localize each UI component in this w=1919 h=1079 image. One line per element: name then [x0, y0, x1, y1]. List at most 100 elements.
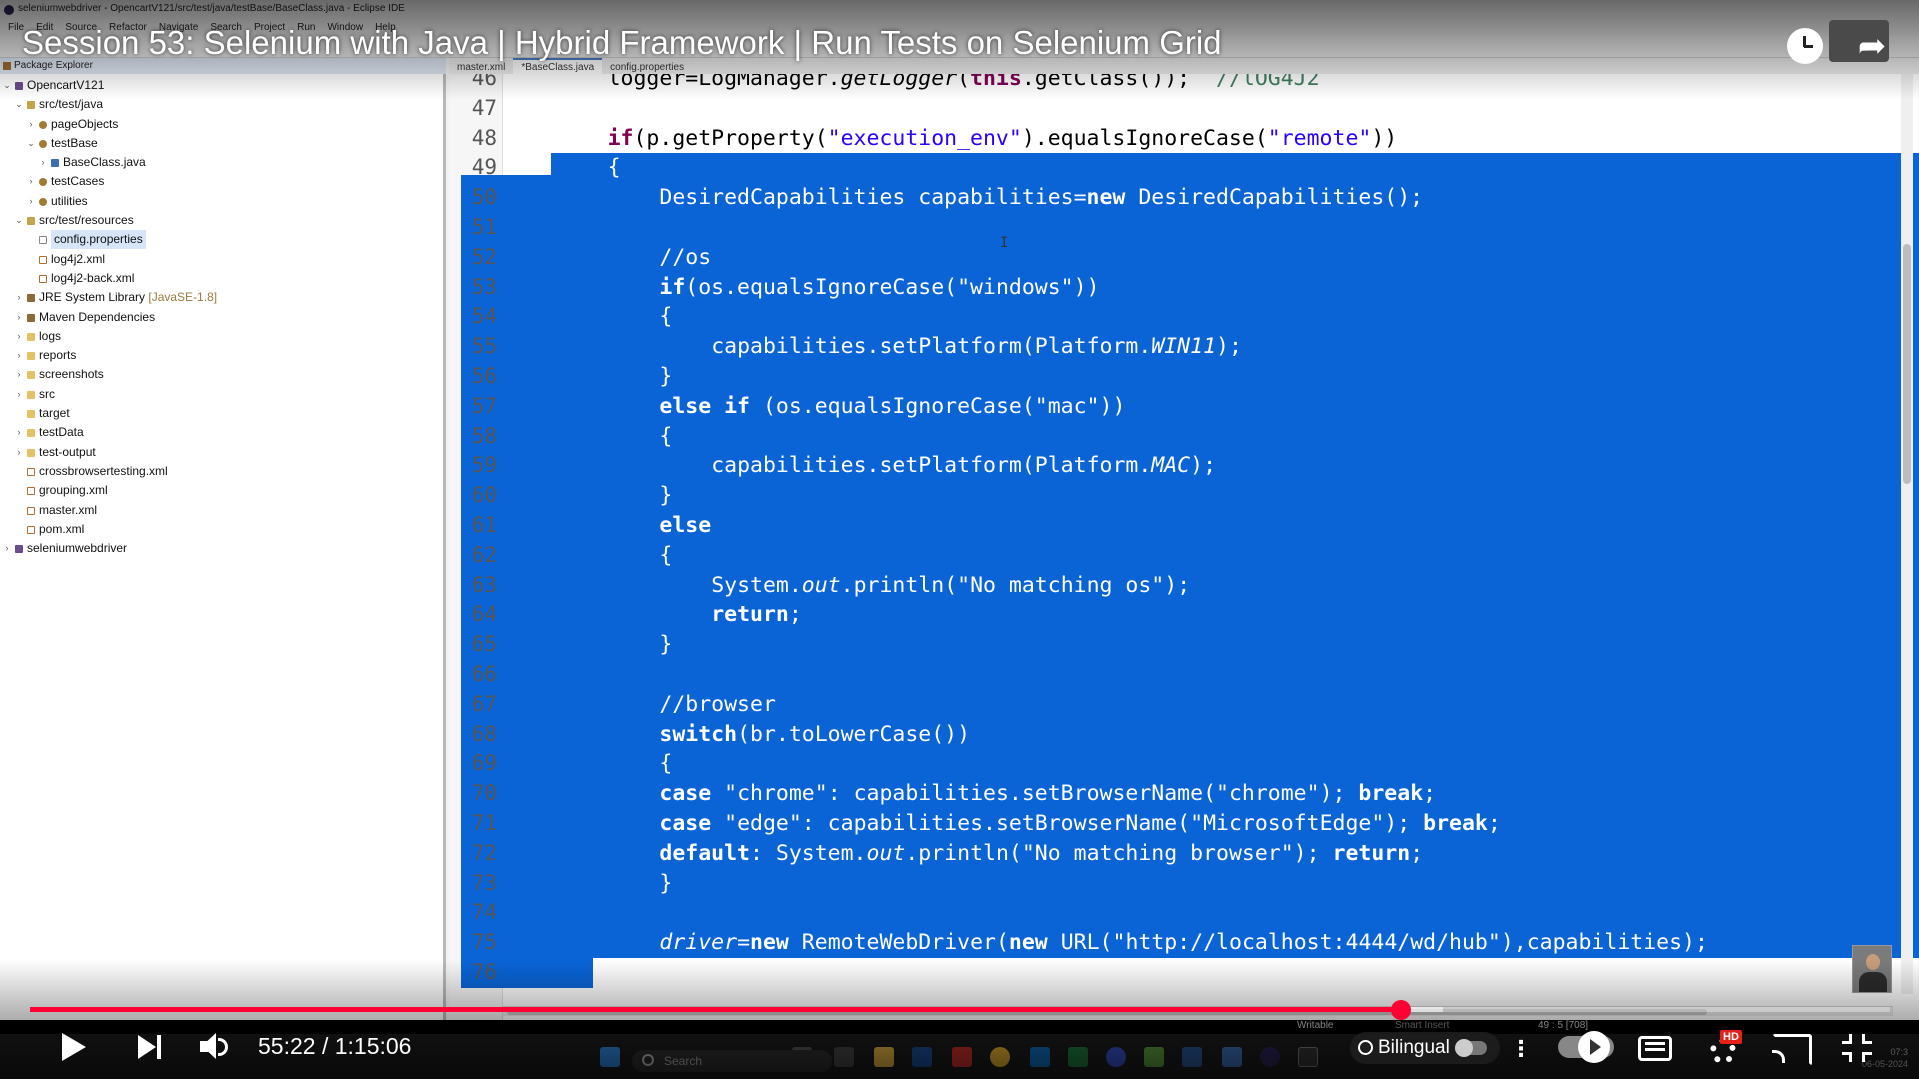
- tree-item[interactable]: ⌄ testBase: [0, 134, 440, 153]
- tree-item[interactable]: config.properties: [0, 230, 440, 250]
- code-editor[interactable]: 46 logger=LogManager.getLogger(this.getCl…: [449, 74, 1919, 1020]
- autoplay-icon[interactable]: [1558, 1031, 1614, 1063]
- code-line[interactable]: 65}: [472, 630, 1919, 660]
- code-line[interactable]: 48 if(p.getProperty("execution_env").equa…: [472, 124, 1919, 154]
- tree-item[interactable]: master.xml: [0, 501, 440, 520]
- code-line[interactable]: 75 driver=new RemoteWebDriver(new URL("ht…: [472, 928, 1919, 958]
- tree-item[interactable]: › BaseClass.java: [0, 153, 440, 172]
- folder-icon[interactable]: [874, 1047, 894, 1067]
- tree-item[interactable]: › logs: [0, 327, 440, 346]
- start-icon[interactable]: [600, 1047, 620, 1067]
- fullscreen-exit-icon[interactable]: [1842, 1034, 1872, 1062]
- excel-icon[interactable]: [1068, 1047, 1088, 1067]
- code-line[interactable]: 67 //browser: [472, 690, 1919, 720]
- expand-right-icon[interactable]: ›: [38, 153, 48, 172]
- volume-icon[interactable]: [198, 1031, 232, 1063]
- tree-item[interactable]: target: [0, 404, 440, 423]
- notepad-icon[interactable]: [1144, 1047, 1164, 1067]
- expand-right-icon[interactable]: ›: [14, 365, 24, 384]
- code-line[interactable]: 62 {: [472, 541, 1919, 571]
- expand-down-icon[interactable]: ⌄: [14, 211, 24, 230]
- code-line[interactable]: 71 case "edge": capabilities.setBrowserNa…: [472, 809, 1919, 839]
- tree-item[interactable]: › reports: [0, 346, 440, 365]
- tree-item[interactable]: pom.xml: [0, 520, 440, 539]
- code-line[interactable]: 49 {: [472, 153, 1919, 183]
- tree-item[interactable]: › pageObjects: [0, 115, 440, 134]
- code-line[interactable]: 66: [472, 660, 1919, 690]
- tree-item[interactable]: › testData: [0, 423, 440, 442]
- code-line[interactable]: 73}: [472, 869, 1919, 899]
- bilingual-toggle[interactable]: [1455, 1039, 1487, 1057]
- video-title[interactable]: Session 53: Selenium with Java | Hybrid …: [22, 24, 1222, 62]
- code-line[interactable]: 63 System.out.println("No matching os");: [472, 571, 1919, 601]
- app-l-icon[interactable]: [912, 1047, 932, 1067]
- tree-item[interactable]: › seleniumwebdriver: [0, 539, 440, 558]
- code-area[interactable]: 46 logger=LogManager.getLogger(this.getCl…: [461, 74, 1919, 1020]
- scrollbar-thumb[interactable]: [1903, 244, 1911, 484]
- progress-bar[interactable]: [30, 1000, 1890, 1020]
- tree-item[interactable]: › utilities: [0, 192, 440, 211]
- code-line[interactable]: 53 if(os.equalsIgnoreCase("windows")): [472, 273, 1919, 303]
- code-line[interactable]: 46 logger=LogManager.getLogger(this.getCl…: [472, 74, 1919, 94]
- code-line[interactable]: 50 DesiredCapabilities capabilities=new D…: [472, 183, 1919, 213]
- tree-item[interactable]: › src: [0, 385, 440, 404]
- watch-later-icon[interactable]: [1787, 28, 1823, 64]
- terminal-icon[interactable]: [1298, 1047, 1318, 1067]
- editor-tab[interactable]: config.properties: [602, 60, 692, 75]
- tree-item[interactable]: › JRE System Library [JavaSE-1.8]: [0, 288, 440, 307]
- tree-item[interactable]: › testCases: [0, 172, 440, 191]
- expand-right-icon[interactable]: ›: [14, 288, 24, 307]
- tree-item[interactable]: › test-output: [0, 443, 440, 462]
- play-icon[interactable]: [58, 1030, 88, 1064]
- tree-item[interactable]: ⌄ OpencartV121: [0, 76, 440, 95]
- share-icon[interactable]: ➦: [1852, 28, 1892, 64]
- editor-vertical-scrollbar[interactable]: [1901, 74, 1913, 994]
- expand-right-icon[interactable]: ›: [26, 115, 36, 134]
- code-line[interactable]: 58 {: [472, 422, 1919, 452]
- code-line[interactable]: 52 //os: [472, 243, 1919, 273]
- expand-down-icon[interactable]: ⌄: [26, 134, 36, 153]
- word-icon[interactable]: [1182, 1047, 1202, 1067]
- expand-right-icon[interactable]: ›: [14, 327, 24, 346]
- code-line[interactable]: 68 switch(br.toLowerCase()): [472, 720, 1919, 750]
- code-line[interactable]: 61 else: [472, 511, 1919, 541]
- taskbar-search[interactable]: Search: [632, 1050, 832, 1072]
- tree-item[interactable]: › Maven Dependencies: [0, 308, 440, 327]
- code-line[interactable]: 72 default: System.out.println("No matchi…: [472, 839, 1919, 869]
- zoom-icon[interactable]: [1106, 1047, 1126, 1067]
- expand-right-icon[interactable]: ›: [2, 539, 12, 558]
- shield-icon[interactable]: [952, 1047, 972, 1067]
- captions-icon[interactable]: [1638, 1036, 1672, 1061]
- chrome-icon[interactable]: [990, 1047, 1010, 1067]
- cast-icon[interactable]: [1772, 1034, 1812, 1066]
- tree-item[interactable]: ⌄ src/test/java: [0, 95, 440, 114]
- expand-right-icon[interactable]: ›: [14, 423, 24, 442]
- expand-down-icon[interactable]: ⌄: [2, 76, 12, 95]
- tree-item[interactable]: log4j2-back.xml: [0, 269, 440, 288]
- code-line[interactable]: 76}: [472, 958, 1919, 988]
- tree-item[interactable]: › screenshots: [0, 365, 440, 384]
- expand-right-icon[interactable]: ›: [14, 443, 24, 462]
- calculator-icon[interactable]: [1222, 1047, 1242, 1067]
- code-line[interactable]: 57 else if (os.equalsIgnoreCase("mac")): [472, 392, 1919, 422]
- tree-item[interactable]: log4j2.xml: [0, 250, 440, 269]
- code-line[interactable]: 64 return;: [472, 600, 1919, 630]
- more-icon[interactable]: ⋮: [1510, 1036, 1532, 1062]
- code-line[interactable]: 59 capabilities.setPlatform(Platform.MAC)…: [472, 451, 1919, 481]
- taskview-icon[interactable]: [834, 1047, 854, 1067]
- expand-down-icon[interactable]: ⌄: [14, 95, 24, 114]
- editor-tab[interactable]: master.xml: [449, 60, 513, 75]
- code-line[interactable]: 47: [472, 94, 1919, 124]
- bilingual-button[interactable]: Bilingual: [1350, 1032, 1500, 1064]
- code-line[interactable]: 56}: [472, 362, 1919, 392]
- tree-item[interactable]: crossbrowsertesting.xml: [0, 462, 440, 481]
- code-line[interactable]: 51: [472, 213, 1919, 243]
- next-icon[interactable]: [136, 1034, 164, 1060]
- expand-right-icon[interactable]: ›: [14, 308, 24, 327]
- tree-item[interactable]: grouping.xml: [0, 481, 440, 500]
- code-line[interactable]: 55 capabilities.setPlatform(Platform.WIN1…: [472, 332, 1919, 362]
- eclipse-taskbar-icon[interactable]: [1260, 1047, 1280, 1067]
- code-line[interactable]: 70 case "chrome": capabilities.setBrowser…: [472, 779, 1919, 809]
- expand-right-icon[interactable]: ›: [14, 346, 24, 365]
- code-line[interactable]: 74: [472, 898, 1919, 928]
